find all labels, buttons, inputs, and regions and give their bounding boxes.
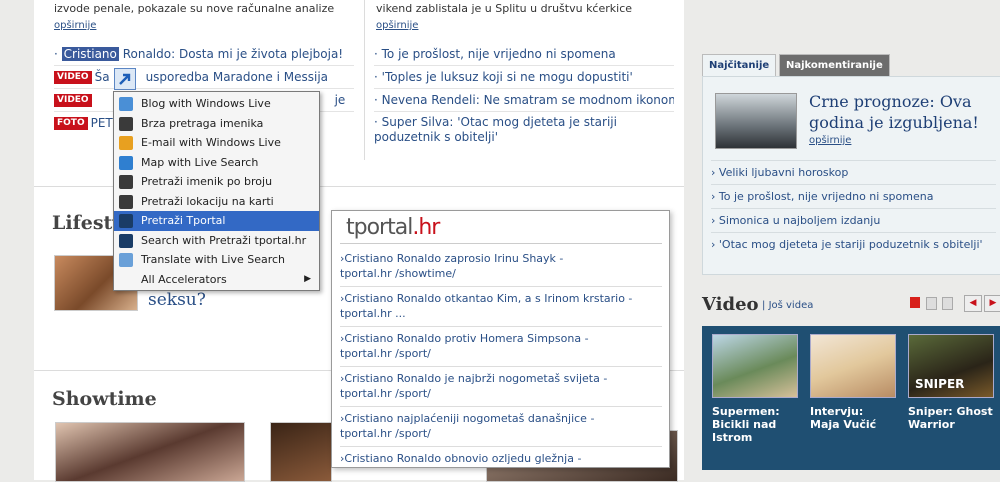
preview-results: ›Cristiano Ronaldo zaprosio Irinu Shayk … [340,247,662,471]
tportal-search-icon [119,233,133,248]
menu-item-location[interactable]: Pretraži lokaciju na karti [114,192,319,212]
result-item[interactable]: ›Cristiano Ronaldo je najbrži nogometaš … [340,367,662,407]
menu-item-translate[interactable]: Translate with Live Search [114,250,319,270]
prev-video-button[interactable]: ◀ [964,295,982,312]
tab-most-commented[interactable]: Najkomentiranije [779,54,890,77]
read-more-link-left[interactable]: opširnije [54,20,96,31]
accelerator-preview-window: tportal.hr ›Cristiano Ronaldo zaprosio I… [331,210,670,468]
directory-icon [119,116,133,131]
article-snippet-right: vikend zablistala je u Splitu u društvu … [376,2,633,15]
lifestyle-headline[interactable]: seksu? [148,290,206,310]
video-badge: VIDEO [54,94,92,107]
menu-item-tportal-search[interactable]: Search with Pretraži tportal.hr [114,231,319,251]
list-item[interactable]: · Cristiano Ronaldo: Dosta mi je života … [54,43,354,66]
video-item[interactable]: Supermen: Bicikli nad Istrom [712,334,798,444]
menu-item-tportal[interactable]: Pretraži Tportal [114,211,319,231]
tab-most-read[interactable]: Najčitanije [702,54,777,77]
showtime-photo-1[interactable] [55,422,245,482]
photo-badge: FOTO [54,117,88,130]
result-item[interactable]: ›Cristiano Ronaldo otkantao Kim, a s Iri… [340,287,662,327]
menu-item-email[interactable]: E-mail with Windows Live [114,133,319,153]
location-icon [119,194,133,209]
accelerator-context-menu: Blog with Windows Live Brza pretraga ime… [113,91,320,291]
sidebar-tabs: Najčitanije Najkomentiranije [702,54,1000,77]
video-thumbnail[interactable] [712,334,798,398]
accelerator-button[interactable] [114,68,136,90]
video-section-title: Video [702,294,759,315]
video-thumbnail[interactable]: SNIPER [908,334,994,398]
video-item[interactable]: Intervju: Maja Vučić [810,334,896,431]
read-more-link-right[interactable]: opširnije [376,20,418,31]
selected-text: Cristiano [61,47,119,61]
tportal-logo: tportal.hr [346,215,440,240]
list-item[interactable]: · Super Silva: 'Otac mog djeteta je star… [374,112,674,148]
feature-read-more[interactable]: opširnije [809,135,851,146]
sidebar-link[interactable]: › 'Otac mog djeteta je stariji poduzetni… [711,232,996,257]
translate-icon [119,253,133,267]
list-item[interactable]: · Nevena Rendeli: Ne smatram se modnom i… [374,89,674,112]
result-item[interactable]: ›Cristiano najplaćeniji nogometaš današn… [340,407,662,447]
video-thumbnail[interactable] [810,334,896,398]
page-icon-2[interactable] [942,297,953,310]
list-item[interactable]: · 'Toples je luksuz koji si ne mogu dopu… [374,66,674,89]
result-item[interactable]: ›Cristiano Ronaldo obnovio ozljedu gležn… [340,447,662,471]
email-icon [119,136,133,150]
result-item[interactable]: ›Cristiano Ronaldo zaprosio Irinu Shayk … [340,247,662,287]
section-title-showtime: Showtime [52,388,157,410]
menu-item-all-accelerators[interactable]: All Accelerators ▶ [114,270,319,290]
menu-item-blog[interactable]: Blog with Windows Live [114,94,319,114]
showtime-photo-2[interactable] [270,422,332,482]
result-item[interactable]: ›Cristiano Ronaldo protiv Homera Simpson… [340,327,662,367]
video-badge: VIDEO [54,71,92,84]
menu-item-directory[interactable]: Brza pretraga imenika [114,114,319,134]
accelerator-arrow-icon [119,73,131,85]
page-icon[interactable] [926,297,937,310]
blog-icon [119,97,133,111]
sidebar-link[interactable]: › Simonica u najboljem izdanju [711,208,996,233]
menu-item-phonebook[interactable]: Pretraži imenik po broju [114,172,319,192]
right-news-list: · To je prošlost, nije vrijedno ni spome… [374,43,674,148]
more-videos-link[interactable]: | Još videa [762,300,813,311]
map-icon [119,155,133,170]
video-panel: Supermen: Bicikli nad Istrom Intervju: M… [702,326,1000,470]
rss-icon[interactable] [910,297,920,308]
list-item[interactable]: · To je prošlost, nije vrijedno ni spome… [374,43,674,66]
next-video-button[interactable]: ▶ [984,295,1000,312]
phonebook-icon [119,175,133,189]
preview-divider [340,243,662,244]
submenu-arrow-icon: ▶ [304,273,311,284]
feature-headline[interactable]: Crne prognoze: Ova godina je izgubljena! [809,91,989,133]
video-item[interactable]: SNIPER Sniper: Ghost Warrior [908,334,994,431]
most-read-panel: Crne prognoze: Ova godina je izgubljena!… [702,76,1000,275]
sidebar-link[interactable]: › To je prošlost, nije vrijedno ni spome… [711,184,996,209]
list-item[interactable]: VIDEO Ša usporedba Maradone i Messija [54,66,354,89]
column-divider [364,0,365,160]
tportal-icon [119,214,133,228]
sidebar-link[interactable]: › Veliki ljubavni horoskop [711,160,996,185]
feature-photo[interactable] [715,93,797,149]
article-snippet-left: izvode penale, pokazale su nove računaln… [54,2,335,15]
menu-item-map[interactable]: Map with Live Search [114,153,319,173]
